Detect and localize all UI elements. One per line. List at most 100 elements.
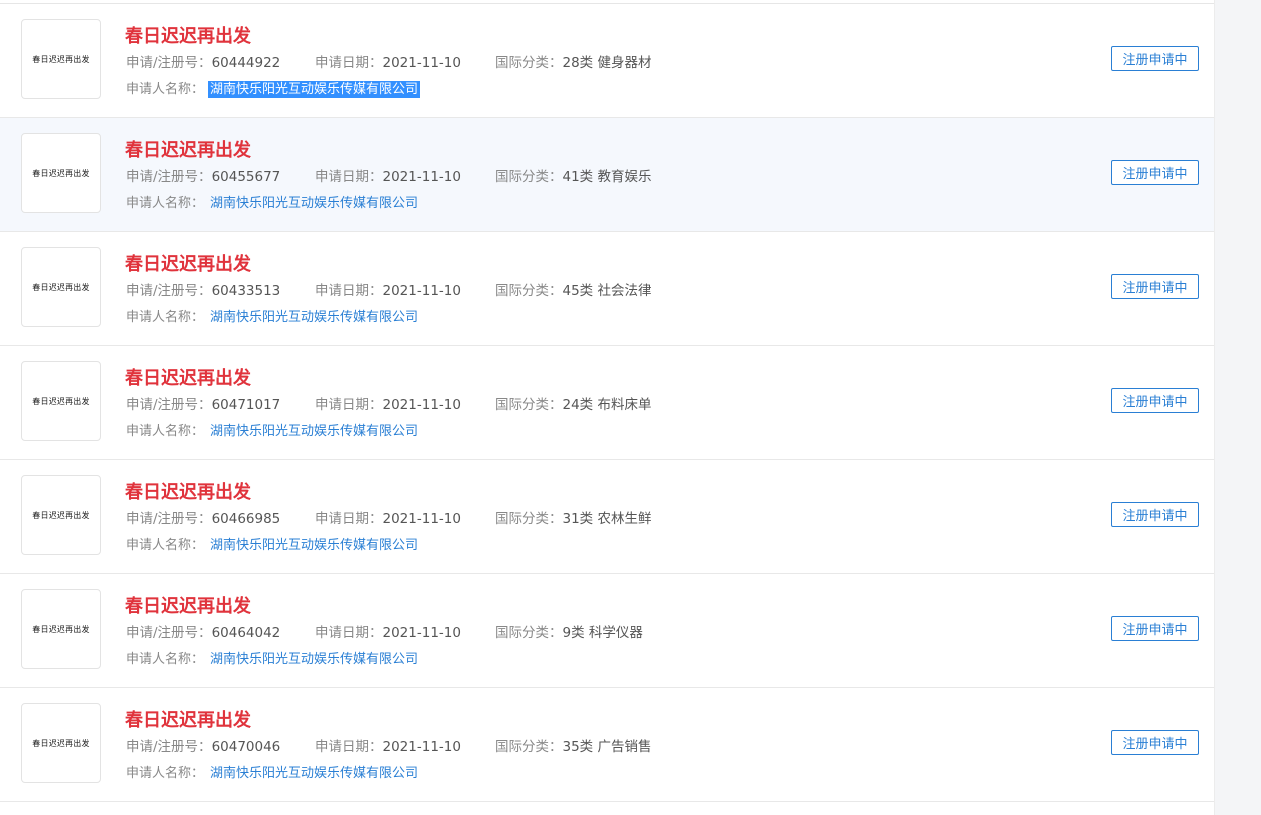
applicant-link[interactable]: 湖南快乐阳光互动娱乐传媒有限公司	[208, 81, 421, 98]
class-value: 35类 广告销售	[562, 739, 652, 755]
status-button[interactable]: 注册申请中	[1111, 502, 1199, 527]
class-group: 国际分类：41类 教育娱乐	[495, 168, 651, 186]
date-label: 申请日期：	[315, 511, 383, 527]
applicant-label: 申请人名称：	[126, 310, 205, 325]
reg-no-group: 申请/注册号：60470046	[126, 738, 280, 756]
applicant-link[interactable]: 湖南快乐阳光互动娱乐传媒有限公司	[208, 651, 420, 668]
date-value: 2021-11-10	[382, 625, 461, 641]
trademark-image[interactable]: 春日迟迟再出发	[21, 19, 101, 99]
trademark-image[interactable]: 春日迟迟再出发	[21, 703, 101, 783]
reg-no-value: 60466985	[211, 511, 281, 527]
date-group: 申请日期：2021-11-10	[315, 624, 461, 642]
trademark-row[interactable]: 春日迟迟再出发 春日迟迟再出发 申请/注册号：60444922 申请日期：202…	[0, 4, 1214, 118]
trademark-name[interactable]: 春日迟迟再出发	[125, 592, 251, 618]
applicant-label: 申请人名称：	[126, 424, 205, 439]
trademark-image[interactable]: 春日迟迟再出发	[21, 589, 101, 669]
reg-no-value: 60471017	[211, 397, 281, 413]
class-value: 31类 农林生鲜	[562, 511, 652, 527]
trademark-name[interactable]: 春日迟迟再出发	[125, 706, 251, 732]
reg-no-label: 申请/注册号：	[126, 397, 212, 413]
trademark-image[interactable]: 春日迟迟再出发	[21, 475, 101, 555]
reg-no-group: 申请/注册号：60455677	[126, 168, 280, 186]
trademark-row[interactable]: 春日迟迟再出发 春日迟迟再出发 申请/注册号：60433513 申请日期：202…	[0, 232, 1214, 346]
trademark-image[interactable]: 春日迟迟再出发	[21, 247, 101, 327]
reg-no-value: 60444922	[211, 55, 281, 71]
class-group: 国际分类：31类 农林生鲜	[495, 510, 651, 528]
status-button[interactable]: 注册申请中	[1111, 616, 1199, 641]
date-label: 申请日期：	[315, 625, 383, 641]
applicant-line: 申请人名称： 湖南快乐阳光互动娱乐传媒有限公司	[126, 423, 420, 441]
applicant-link[interactable]: 湖南快乐阳光互动娱乐传媒有限公司	[208, 309, 420, 326]
class-label: 国际分类：	[495, 397, 563, 413]
date-group: 申请日期：2021-11-10	[315, 282, 461, 300]
reg-no-group: 申请/注册号：60444922	[126, 54, 280, 72]
right-side-panel	[1214, 0, 1261, 815]
date-label: 申请日期：	[315, 739, 383, 755]
reg-no-group: 申请/注册号：60433513	[126, 282, 280, 300]
applicant-label: 申请人名称：	[126, 766, 205, 781]
trademark-image[interactable]: 春日迟迟再出发	[21, 133, 101, 213]
applicant-link[interactable]: 湖南快乐阳光互动娱乐传媒有限公司	[208, 765, 420, 782]
applicant-line: 申请人名称： 湖南快乐阳光互动娱乐传媒有限公司	[126, 537, 420, 555]
trademark-list: 春日迟迟再出发 春日迟迟再出发 申请/注册号：60444922 申请日期：202…	[0, 0, 1214, 815]
reg-no-label: 申请/注册号：	[126, 625, 212, 641]
reg-no-value: 60433513	[211, 283, 281, 299]
status-button[interactable]: 注册申请中	[1111, 730, 1199, 755]
reg-no-label: 申请/注册号：	[126, 283, 212, 299]
date-group: 申请日期：2021-11-10	[315, 168, 461, 186]
trademark-name[interactable]: 春日迟迟再出发	[125, 136, 251, 162]
class-value: 28类 健身器材	[562, 55, 652, 71]
reg-no-label: 申请/注册号：	[126, 511, 212, 527]
trademark-name[interactable]: 春日迟迟再出发	[125, 250, 251, 276]
date-value: 2021-11-10	[382, 511, 461, 527]
reg-no-label: 申请/注册号：	[126, 55, 212, 71]
date-value: 2021-11-10	[382, 283, 461, 299]
class-label: 国际分类：	[495, 739, 563, 755]
class-value: 41类 教育娱乐	[562, 169, 652, 185]
applicant-line: 申请人名称： 湖南快乐阳光互动娱乐传媒有限公司	[126, 195, 420, 213]
applicant-label: 申请人名称：	[126, 652, 205, 667]
trademark-image[interactable]: 春日迟迟再出发	[21, 361, 101, 441]
reg-no-value: 60455677	[211, 169, 281, 185]
date-group: 申请日期：2021-11-10	[315, 510, 461, 528]
date-label: 申请日期：	[315, 397, 383, 413]
applicant-link[interactable]: 湖南快乐阳光互动娱乐传媒有限公司	[208, 423, 420, 440]
date-group: 申请日期：2021-11-10	[315, 54, 461, 72]
class-group: 国际分类：45类 社会法律	[495, 282, 651, 300]
trademark-name[interactable]: 春日迟迟再出发	[125, 478, 251, 504]
applicant-line: 申请人名称： 湖南快乐阳光互动娱乐传媒有限公司	[126, 81, 421, 99]
applicant-line: 申请人名称： 湖南快乐阳光互动娱乐传媒有限公司	[126, 651, 420, 669]
status-button[interactable]: 注册申请中	[1111, 46, 1199, 71]
reg-no-group: 申请/注册号：60471017	[126, 396, 280, 414]
status-button[interactable]: 注册申请中	[1111, 274, 1199, 299]
applicant-label: 申请人名称：	[126, 196, 205, 211]
date-value: 2021-11-10	[382, 397, 461, 413]
class-label: 国际分类：	[495, 283, 563, 299]
reg-no-group: 申请/注册号：60466985	[126, 510, 280, 528]
class-group: 国际分类：28类 健身器材	[495, 54, 651, 72]
reg-no-label: 申请/注册号：	[126, 169, 212, 185]
date-group: 申请日期：2021-11-10	[315, 738, 461, 756]
trademark-row[interactable]: 春日迟迟再出发 春日迟迟再出发 申请/注册号：60455677 申请日期：202…	[0, 118, 1214, 232]
applicant-link[interactable]: 湖南快乐阳光互动娱乐传媒有限公司	[208, 195, 420, 212]
reg-no-group: 申请/注册号：60464042	[126, 624, 280, 642]
applicant-line: 申请人名称： 湖南快乐阳光互动娱乐传媒有限公司	[126, 309, 420, 327]
applicant-label: 申请人名称：	[126, 538, 205, 553]
applicant-link[interactable]: 湖南快乐阳光互动娱乐传媒有限公司	[208, 537, 420, 554]
date-label: 申请日期：	[315, 283, 383, 299]
class-label: 国际分类：	[495, 55, 563, 71]
reg-no-value: 60464042	[211, 625, 281, 641]
trademark-row[interactable]: 春日迟迟再出发 春日迟迟再出发 申请/注册号：60471017 申请日期：202…	[0, 346, 1214, 460]
date-label: 申请日期：	[315, 55, 383, 71]
status-button[interactable]: 注册申请中	[1111, 160, 1199, 185]
trademark-row[interactable]: 春日迟迟再出发 春日迟迟再出发 申请/注册号：60470046 申请日期：202…	[0, 688, 1214, 802]
class-value: 24类 布料床单	[562, 397, 652, 413]
trademark-row[interactable]: 春日迟迟再出发 春日迟迟再出发 申请/注册号：60466985 申请日期：202…	[0, 460, 1214, 574]
trademark-name[interactable]: 春日迟迟再出发	[125, 22, 251, 48]
trademark-row[interactable]: 春日迟迟再出发 春日迟迟再出发 申请/注册号：60464042 申请日期：202…	[0, 574, 1214, 688]
status-button[interactable]: 注册申请中	[1111, 388, 1199, 413]
date-value: 2021-11-10	[382, 739, 461, 755]
date-value: 2021-11-10	[382, 169, 461, 185]
date-value: 2021-11-10	[382, 55, 461, 71]
trademark-name[interactable]: 春日迟迟再出发	[125, 364, 251, 390]
